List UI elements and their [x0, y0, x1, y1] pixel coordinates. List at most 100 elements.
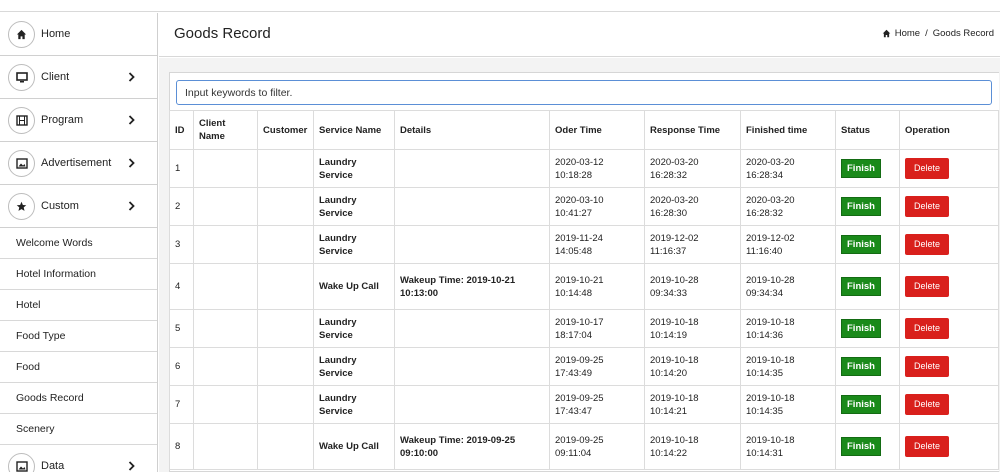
cell-id: 5	[169, 309, 194, 348]
cell-id: 1	[169, 149, 194, 188]
cell-response-time: 2019-10-18 10:14:21	[644, 385, 741, 424]
cell-finished-time: 2019-12-02 11:16:40	[740, 225, 836, 264]
sidebar-item-home[interactable]: Home	[0, 13, 157, 56]
breadcrumb: Home / Goods Record	[882, 28, 994, 39]
chevron-right-icon	[128, 201, 135, 211]
cell-operation: Delete	[899, 263, 999, 310]
cell-client-name	[193, 263, 258, 310]
cell-id: 8	[169, 423, 194, 470]
cell-id: 7	[169, 385, 194, 424]
cell-client-name	[193, 423, 258, 470]
breadcrumb-home-link[interactable]: Home	[895, 28, 920, 39]
delete-button[interactable]: Delete	[905, 276, 949, 297]
cell-service-name: Laundry Service	[313, 149, 395, 188]
cell-response-time: 2019-10-18 10:14:22	[644, 423, 741, 470]
col-header-finished-time[interactable]: Finished time	[740, 110, 836, 150]
col-header-customer[interactable]: Customer	[257, 110, 314, 150]
cell-details	[394, 187, 550, 226]
sidebar-item-welcome-words[interactable]: Welcome Words	[0, 228, 157, 259]
col-header-id[interactable]: ID	[169, 110, 194, 150]
monitor-icon	[8, 63, 35, 91]
chevron-right-icon	[128, 115, 135, 125]
cell-customer	[257, 423, 314, 470]
cell-details: Wakeup Time: 2019-09-25 09:10:00	[394, 423, 550, 470]
sidebar-item-advertisement[interactable]: Advertisement	[0, 142, 157, 185]
cell-service-name: Laundry Service	[313, 187, 395, 226]
sidebar-item-hotel[interactable]: Hotel	[0, 290, 157, 321]
cell-details	[394, 225, 550, 264]
cell-finished-time: 2020-03-20 16:28:32	[740, 187, 836, 226]
cell-customer	[257, 263, 314, 310]
delete-button[interactable]: Delete	[905, 196, 949, 217]
delete-button[interactable]: Delete	[905, 158, 949, 179]
table-row: 2 Laundry Service 2020-03-10 10:41:27 20…	[169, 187, 999, 226]
home-icon	[8, 20, 35, 48]
col-header-client-name[interactable]: Client Name	[193, 110, 258, 150]
table-row: 3 Laundry Service 2019-11-24 14:05:48 20…	[169, 225, 999, 264]
sidebar-item-client[interactable]: Client	[0, 56, 157, 99]
star-icon	[8, 192, 35, 220]
cell-customer	[257, 347, 314, 386]
table-row: 6 Laundry Service 2019-09-25 17:43:49 20…	[169, 347, 999, 386]
sidebar-item-label: Data	[41, 460, 65, 472]
col-header-status[interactable]: Status	[835, 110, 900, 150]
sidebar-item-program[interactable]: Program	[0, 99, 157, 142]
cell-operation: Delete	[899, 187, 999, 226]
goods-record-table: ID Client Name Customer Service Name Det…	[169, 110, 999, 470]
sidebar-item-food[interactable]: Food	[0, 352, 157, 383]
cell-client-name	[193, 347, 258, 386]
delete-button[interactable]: Delete	[905, 234, 949, 255]
sidebar-item-label: Client	[41, 71, 70, 83]
col-header-response-time[interactable]: Response Time	[644, 110, 741, 150]
cell-client-name	[193, 187, 258, 226]
cell-customer	[257, 385, 314, 424]
delete-button[interactable]: Delete	[905, 394, 949, 415]
cell-finished-time: 2020-03-20 16:28:34	[740, 149, 836, 188]
home-icon	[882, 29, 890, 38]
cell-finished-time: 2019-10-18 10:14:35	[740, 385, 836, 424]
sidebar-item-goods-record[interactable]: Goods Record	[0, 383, 157, 414]
chart-icon	[8, 452, 35, 472]
delete-button[interactable]: Delete	[905, 318, 949, 339]
image-icon	[8, 149, 35, 177]
cell-operation: Delete	[899, 309, 999, 348]
cell-oder-time: 2019-09-25 17:43:47	[549, 385, 645, 424]
cell-status: Finish	[835, 263, 900, 310]
sidebar-item-label: Program	[41, 114, 84, 126]
status-badge: Finish	[841, 197, 881, 216]
cell-status: Finish	[835, 347, 900, 386]
sidebar-item-hotel-information[interactable]: Hotel Information	[0, 259, 157, 290]
cell-customer	[257, 187, 314, 226]
cell-client-name	[193, 309, 258, 348]
cell-oder-time: 2019-09-25 17:43:49	[549, 347, 645, 386]
filter-input[interactable]	[176, 80, 992, 105]
cell-response-time: 2019-10-18 10:14:19	[644, 309, 741, 348]
cell-customer	[257, 309, 314, 348]
delete-button[interactable]: Delete	[905, 436, 949, 457]
cell-service-name: Wake Up Call	[313, 423, 395, 470]
cell-response-time: 2019-10-28 09:34:33	[644, 263, 741, 310]
col-header-service-name[interactable]: Service Name	[313, 110, 395, 150]
col-header-details[interactable]: Details	[394, 110, 550, 150]
status-badge: Finish	[841, 277, 881, 296]
sidebar-item-label: Advertisement	[41, 157, 112, 169]
col-header-oder-time[interactable]: Oder Time	[549, 110, 645, 150]
cell-service-name: Laundry Service	[313, 309, 395, 348]
sidebar-item-scenery[interactable]: Scenery	[0, 414, 157, 445]
table-row: 8 Wake Up Call Wakeup Time: 2019-09-25 0…	[169, 423, 999, 470]
cell-finished-time: 2019-10-18 10:14:36	[740, 309, 836, 348]
cell-oder-time: 2019-11-24 14:05:48	[549, 225, 645, 264]
sidebar-item-label: Home	[41, 28, 71, 40]
sidebar-item-custom[interactable]: Custom	[0, 185, 157, 228]
cell-id: 4	[169, 263, 194, 310]
sidebar-item-food-type[interactable]: Food Type	[0, 321, 157, 352]
cell-oder-time: 2020-03-10 10:41:27	[549, 187, 645, 226]
table-row: 4 Wake Up Call Wakeup Time: 2019-10-21 1…	[169, 263, 999, 310]
status-badge: Finish	[841, 159, 881, 178]
cell-operation: Delete	[899, 347, 999, 386]
delete-button[interactable]: Delete	[905, 356, 949, 377]
status-badge: Finish	[841, 235, 881, 254]
status-badge: Finish	[841, 395, 881, 414]
sidebar-item-data[interactable]: Data	[0, 445, 157, 472]
cell-status: Finish	[835, 385, 900, 424]
